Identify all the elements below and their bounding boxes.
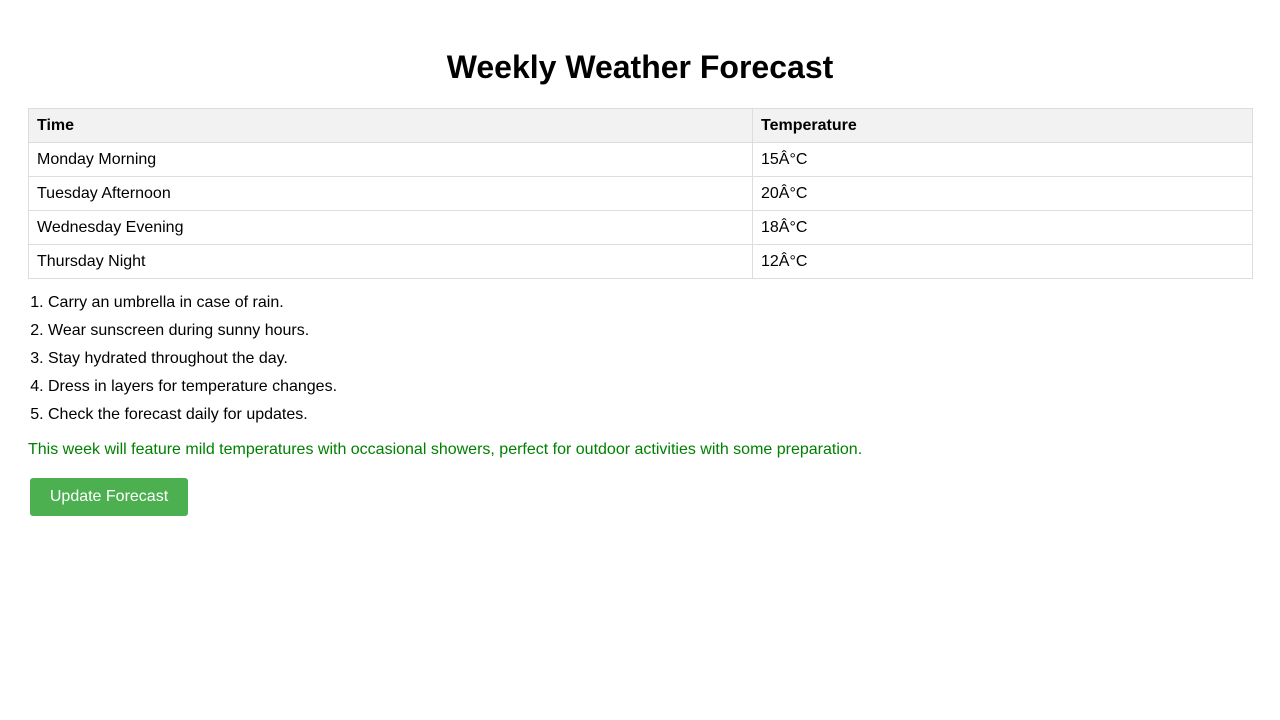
temperature-cell: 12Â°C	[752, 244, 1253, 279]
table-row: Wednesday Evening 18Â°C	[28, 210, 1253, 245]
table-row: Thursday Night 12Â°C	[28, 244, 1253, 279]
list-item: Dress in layers for temperature changes.	[48, 379, 1252, 407]
forecast-table: Time Temperature Monday Morning 15Â°C Tu…	[28, 108, 1253, 279]
list-item: Carry an umbrella in case of rain.	[48, 295, 1252, 323]
time-cell: Tuesday Afternoon	[28, 176, 753, 211]
column-header-time: Time	[28, 108, 753, 143]
list-item: Check the forecast daily for updates.	[48, 407, 1252, 435]
time-cell: Monday Morning	[28, 142, 753, 177]
list-item: Stay hydrated throughout the day.	[48, 351, 1252, 379]
temperature-cell: 15Â°C	[752, 142, 1253, 177]
temperature-cell: 18Â°C	[752, 210, 1253, 245]
forecast-summary: This week will feature mild temperatures…	[28, 441, 863, 458]
table-header-row: Time Temperature	[28, 108, 1253, 143]
time-cell: Wednesday Evening	[28, 210, 753, 245]
tips-list: Carry an umbrella in case of rain. Wear …	[28, 295, 1252, 435]
temperature-cell: 20Â°C	[752, 176, 1253, 211]
column-header-temperature: Temperature	[752, 108, 1253, 143]
update-forecast-button[interactable]: Update Forecast	[30, 478, 188, 516]
list-item: Wear sunscreen during sunny hours.	[48, 323, 1252, 351]
table-row: Tuesday Afternoon 20Â°C	[28, 176, 1253, 211]
table-row: Monday Morning 15Â°C	[28, 142, 1253, 177]
page: Weekly Weather Forecast Time Temperature…	[0, 0, 1280, 720]
time-cell: Thursday Night	[28, 244, 753, 279]
page-title: Weekly Weather Forecast	[446, 49, 834, 85]
